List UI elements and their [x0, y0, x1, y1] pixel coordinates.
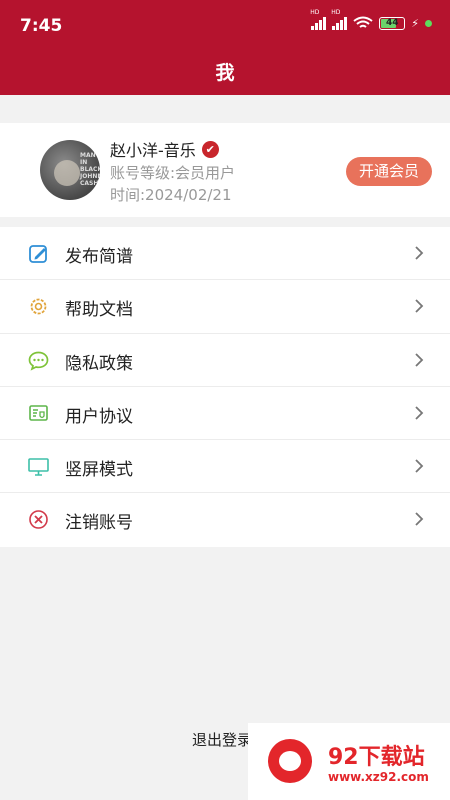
menu-item-cancel-account[interactable]: 注销账号 — [0, 493, 450, 546]
chevron-right-icon — [415, 246, 424, 260]
open-vip-button[interactable]: 开通会员 — [346, 157, 432, 186]
agreement-icon — [29, 405, 48, 421]
watermark-title: 92下载站 — [328, 745, 425, 770]
chat-icon — [28, 351, 49, 371]
menu-item-agreement[interactable]: 用户协议 — [0, 387, 450, 441]
menu-label: 发布简谱 — [65, 247, 133, 267]
menu-item-portrait-mode[interactable]: 竖屏模式 — [0, 440, 450, 494]
notification-dot — [425, 19, 432, 27]
chevron-right-icon — [415, 406, 424, 420]
gear-icon — [30, 298, 47, 315]
cancel-icon — [29, 510, 48, 530]
status-icons: HD HD 44 ⚡ — [310, 9, 432, 30]
top-bar: 7:45 HD HD 44 ⚡ 我 — [0, 0, 450, 95]
menu-label: 帮助文档 — [65, 300, 133, 321]
signal-icon: HD — [310, 9, 327, 30]
menu-label: 隐私政策 — [65, 353, 133, 374]
menu-item-help[interactable]: 帮助文档 — [0, 280, 450, 334]
user-name: 赵小洋-音乐 — [110, 141, 196, 160]
menu-label: 注销账号 — [65, 513, 133, 534]
account-date: 时间:2024/02/21 — [110, 186, 232, 204]
chevron-right-icon — [415, 512, 424, 527]
edit-icon — [29, 245, 47, 263]
wifi-icon — [353, 16, 373, 28]
chevron-right-icon — [415, 459, 424, 473]
settings-menu: 发布简谱 帮助文档 隐私政策 用户协议 竖屏模式 注销账号 — [0, 227, 450, 547]
signal-icon: HD — [331, 9, 348, 30]
name-row: 赵小洋-音乐 ✔ — [110, 137, 219, 161]
status-time: 7:45 — [20, 16, 63, 36]
menu-label: 竖屏模式 — [65, 460, 133, 481]
menu-item-publish[interactable]: 发布简谱 — [0, 227, 450, 281]
profile-card[interactable]: MAN IN BLACK JOHNNY CASH 赵小洋-音乐 ✔ 账号等级:会… — [0, 123, 450, 217]
chevron-right-icon — [415, 299, 424, 313]
page-title: 我 — [215, 62, 235, 84]
watermark-logo — [268, 739, 312, 783]
account-level: 账号等级:会员用户 — [110, 164, 236, 182]
battery-icon: 44 — [379, 16, 406, 30]
watermark-url: www.xz92.com — [328, 770, 429, 784]
menu-label: 用户协议 — [65, 406, 133, 427]
chevron-right-icon — [415, 352, 424, 367]
avatar[interactable]: MAN IN BLACK JOHNNY CASH — [40, 140, 100, 200]
monitor-icon — [28, 458, 49, 476]
watermark: 92下载站 www.xz92.com — [248, 723, 450, 800]
charging-icon: ⚡ — [411, 16, 419, 30]
menu-item-privacy[interactable]: 隐私政策 — [0, 334, 450, 387]
logout-button[interactable]: 退出登录 — [192, 729, 252, 750]
verified-icon: ✔ — [201, 140, 219, 158]
status-bar: 7:45 HD HD 44 ⚡ — [0, 0, 450, 46]
